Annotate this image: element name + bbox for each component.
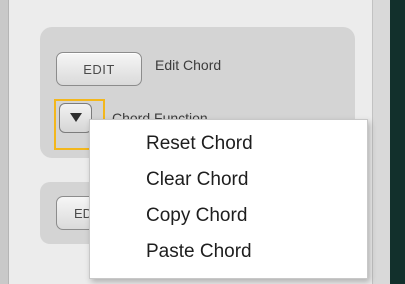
menu-item-paste-chord[interactable]: Paste Chord: [90, 234, 367, 270]
menu-item-clear-chord[interactable]: Clear Chord: [90, 162, 367, 198]
chord-function-dropdown-button[interactable]: [59, 103, 92, 133]
right-scroll-strip: [372, 0, 391, 284]
edit-chord-label: Edit Chord: [155, 57, 222, 73]
chord-function-menu: Reset Chord Clear Chord Copy Chord Paste…: [89, 119, 368, 279]
menu-item-reset-chord[interactable]: Reset Chord: [90, 126, 367, 162]
menu-item-copy-chord[interactable]: Copy Chord: [90, 198, 367, 234]
left-edge: [0, 0, 9, 284]
edit-chord-button[interactable]: EDIT: [56, 52, 142, 86]
right-dark-strip: [390, 0, 405, 284]
edit-chord-button-label: EDIT: [83, 61, 115, 77]
triangle-down-icon: [69, 109, 82, 127]
